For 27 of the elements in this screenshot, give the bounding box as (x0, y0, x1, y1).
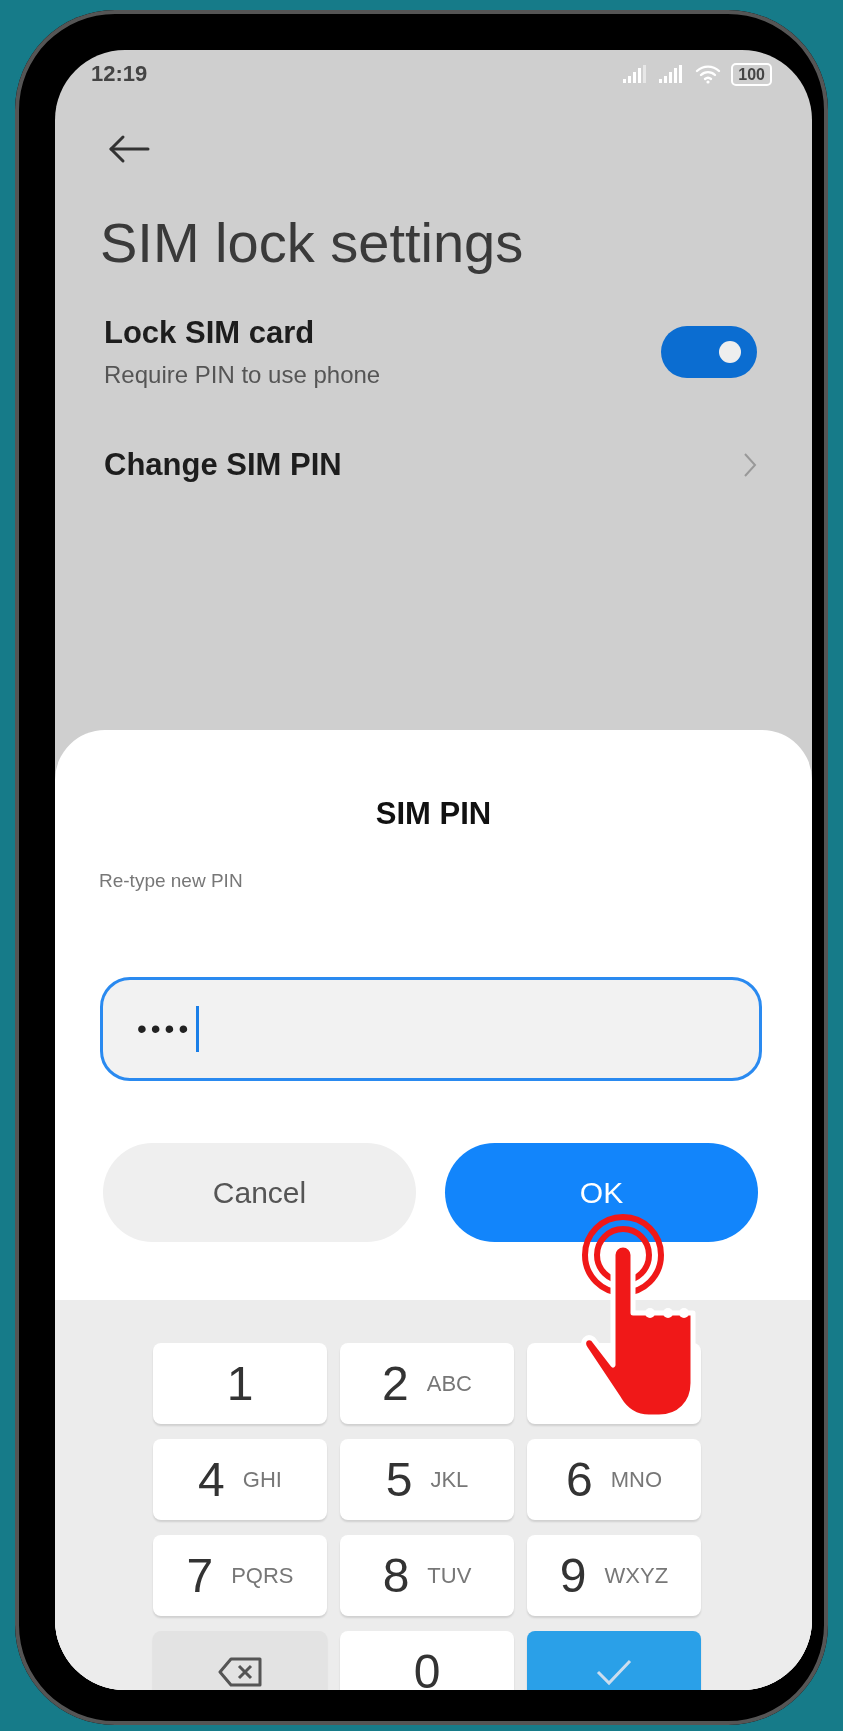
dialog-title: SIM PIN (374, 796, 493, 832)
keypad-key[interactable]: 5 JKL (340, 1439, 514, 1520)
keypad-key[interactable]: 0 (340, 1631, 514, 1690)
dialog-prompt: Re-type new PIN (99, 870, 244, 892)
setting-title: Lock SIM card (104, 315, 316, 351)
backspace-icon (217, 1655, 263, 1688)
battery-indicator: 100 (731, 62, 772, 86)
pin-input-field[interactable]: •••• (100, 977, 762, 1081)
ok-button[interactable]: OK (445, 1143, 758, 1242)
backspace-key[interactable] (153, 1631, 327, 1690)
setting-subtitle: Require PIN to use phone (104, 361, 382, 389)
keypad-key[interactable]: 1 (153, 1343, 327, 1424)
wifi-icon (695, 64, 722, 84)
back-arrow-icon[interactable] (108, 134, 150, 164)
keypad-key[interactable]: 7 PQRS (153, 1535, 327, 1616)
keypad-key[interactable]: 6 MNO (527, 1439, 701, 1520)
keypad-key[interactable]: 2 ABC (340, 1343, 514, 1424)
checkmark-icon (595, 1657, 633, 1686)
keypad-key[interactable]: 9 WXYZ (527, 1535, 701, 1616)
status-time: 12:19 (91, 61, 148, 87)
keypad-key[interactable]: 4 GHI (153, 1439, 327, 1520)
chevron-right-icon (743, 452, 757, 478)
setting-title: Change SIM PIN (104, 447, 343, 483)
keypad-key[interactable]: 8 TUV (340, 1535, 514, 1616)
toggle-switch[interactable] (661, 326, 757, 378)
page-title: SIM lock settings (100, 210, 525, 275)
cancel-button[interactable]: Cancel (103, 1143, 416, 1242)
